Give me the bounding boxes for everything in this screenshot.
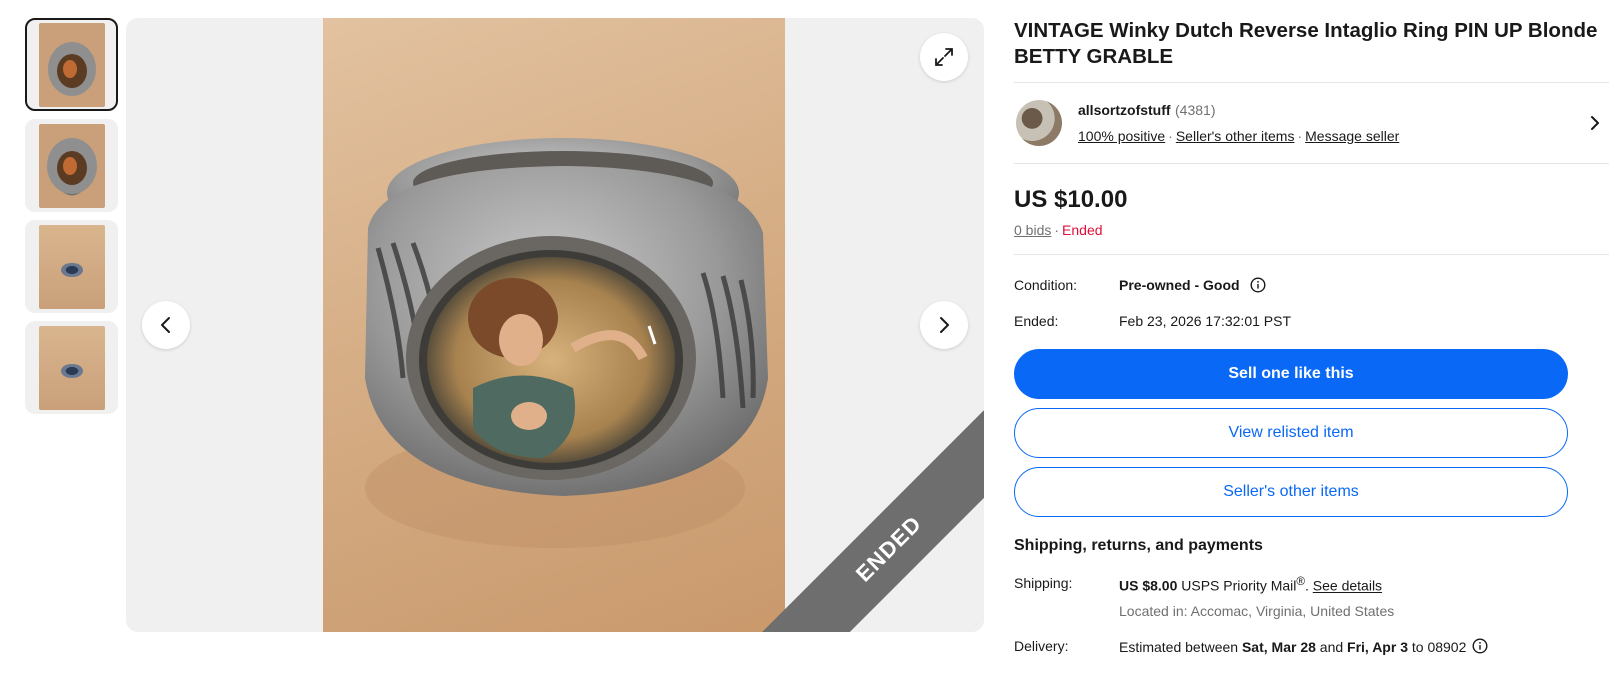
seller-name[interactable]: allsortzofstuff	[1078, 102, 1171, 118]
ring-side-image	[38, 325, 105, 410]
thumbnail-4[interactable]	[25, 321, 118, 414]
info-icon[interactable]	[1250, 277, 1266, 293]
view-relisted-item-button[interactable]: View relisted item	[1014, 408, 1568, 458]
ring-image	[38, 123, 105, 208]
condition-row: Condition: Pre-owned - Good	[1014, 277, 1609, 293]
listing-status: Ended	[1062, 222, 1103, 238]
expand-icon	[935, 48, 953, 66]
info-icon[interactable]	[1472, 638, 1488, 654]
item-price: US $10.00	[1014, 186, 1128, 213]
shipping-service: USPS Priority Mail	[1181, 577, 1297, 594]
seller-positive-link[interactable]: 100% positive	[1078, 128, 1165, 144]
seller-feedback-score: (4381)	[1175, 102, 1216, 118]
seller-avatar[interactable]	[1016, 100, 1062, 146]
item-location: Located in: Accomac, Virginia, United St…	[1119, 602, 1395, 619]
main-image-gallery: ENDED	[126, 18, 984, 632]
separator: .	[1305, 577, 1309, 594]
ended-label: Ended:	[1014, 313, 1059, 329]
condition-label: Condition:	[1014, 277, 1078, 293]
delivery-start: Sat, Mar 28	[1241, 638, 1316, 655]
chevron-left-icon	[161, 317, 170, 333]
delivery-end: Fri, Apr 3	[1347, 638, 1408, 655]
shipping-cost: US $8.00	[1119, 577, 1178, 594]
main-product-photo[interactable]	[323, 18, 785, 632]
seller-other-items-link[interactable]: Seller's other items	[1176, 128, 1295, 144]
see-details-link[interactable]: See details	[1313, 578, 1382, 594]
seller-info: allsortzofstuff (4381) 100% positive · Sel…	[1078, 102, 1399, 144]
delivery-label: Delivery:	[1014, 637, 1069, 654]
chevron-right-icon[interactable]	[1585, 111, 1605, 135]
shipping-section-heading: Shipping, returns, and payments	[1014, 537, 1263, 554]
shipping-row: Shipping: US $8.00 USPS Priority Mail®. …	[1014, 575, 1609, 619]
thumbnail-3[interactable]	[25, 220, 118, 313]
expand-image-button[interactable]	[920, 33, 968, 81]
ribbon-text: ENDED	[850, 510, 927, 587]
divider	[1014, 254, 1609, 255]
item-title: VINTAGE Winky Dutch Reverse Intaglio Rin…	[1014, 19, 1598, 68]
separator-dot: ·	[1297, 128, 1303, 144]
ended-row: Ended: Feb 23, 2026 17:32:01 PST	[1014, 313, 1609, 329]
condition-value: Pre-owned - Good	[1119, 277, 1240, 293]
previous-image-button[interactable]	[142, 301, 190, 349]
bids-link[interactable]: 0 bids	[1014, 222, 1051, 238]
sell-one-like-this-button[interactable]: Sell one like this	[1014, 349, 1568, 399]
seller-card[interactable]: allsortzofstuff (4381) 100% positive · Sel…	[1014, 83, 1609, 163]
registered-mark: ®	[1296, 575, 1305, 588]
delivery-zip: to 08902	[1411, 638, 1467, 655]
message-seller-link[interactable]: Message seller	[1305, 128, 1399, 144]
delivery-and: and	[1319, 638, 1344, 655]
thumbnail-1[interactable]	[25, 18, 118, 111]
ring-image	[38, 22, 105, 107]
thumbnail-strip	[25, 18, 118, 422]
ended-ribbon: ENDED	[750, 410, 984, 632]
shipping-label: Shipping:	[1014, 575, 1073, 591]
delivery-row: Delivery: Estimated between Sat, Mar 28 …	[1014, 638, 1609, 655]
separator-dot: ·	[1168, 128, 1173, 144]
chevron-right-icon	[940, 317, 949, 333]
delivery-prefix: Estimated between	[1119, 638, 1239, 655]
sellers-other-items-button[interactable]: Seller's other items	[1014, 467, 1568, 517]
ended-value: Feb 23, 2026 17:32:01 PST	[1119, 313, 1292, 329]
item-details-panel: VINTAGE Winky Dutch Reverse Intaglio Rin…	[1014, 18, 1609, 655]
price-section: US $10.00 0 bids · Ended	[1014, 164, 1609, 254]
thumbnail-2[interactable]	[25, 119, 118, 212]
next-image-button[interactable]	[920, 301, 968, 349]
separator-dot: ·	[1054, 222, 1060, 238]
ring-side-image	[38, 224, 105, 309]
